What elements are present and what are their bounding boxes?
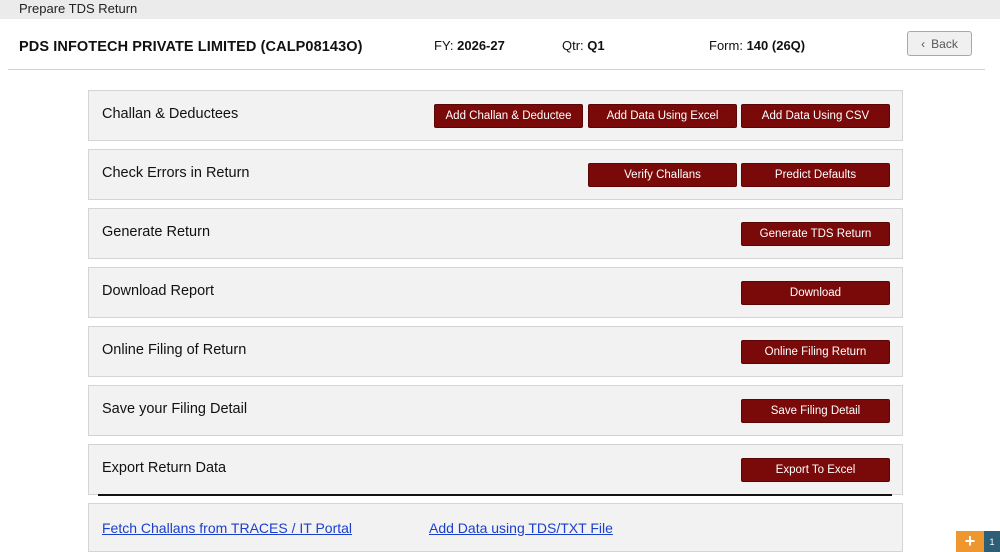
- export-to-excel-button[interactable]: Export To Excel: [741, 458, 890, 482]
- back-button[interactable]: ‹ Back: [907, 31, 972, 56]
- section-online-filing: Online Filing of Return Online Filing Re…: [88, 326, 903, 377]
- section-label: Online Filing of Return: [102, 342, 247, 358]
- floating-add-button[interactable]: +: [956, 531, 984, 552]
- form-info: Form: 140 (26Q): [709, 38, 805, 53]
- section-label: Generate Return: [102, 224, 211, 240]
- links-panel: Fetch Challans from TRACES / IT Portal A…: [88, 503, 903, 552]
- plus-icon: +: [964, 531, 976, 551]
- qtr-label: Qtr:: [562, 38, 584, 53]
- verify-challans-button[interactable]: Verify Challans: [588, 163, 737, 187]
- section-label: Challan & Deductees: [102, 106, 239, 122]
- qtr-value: Q1: [587, 38, 605, 53]
- section-export-return-data: Export Return Data Export To Excel: [88, 444, 903, 495]
- section-label: Save your Filing Detail: [102, 401, 248, 417]
- generate-tds-return-button[interactable]: Generate TDS Return: [741, 222, 890, 246]
- return-header: PDS INFOTECH PRIVATE LIMITED (CALP08143O…: [8, 19, 985, 70]
- form-value: 140 (26Q): [746, 38, 806, 53]
- predict-defaults-button[interactable]: Predict Defaults: [741, 163, 890, 187]
- qtr-info: Qtr: Q1: [562, 38, 605, 53]
- online-filing-return-button[interactable]: Online Filing Return: [741, 340, 890, 364]
- add-tds-txt-link[interactable]: Add Data using TDS/TXT File: [429, 520, 613, 536]
- form-label: Form:: [709, 38, 743, 53]
- section-label: Check Errors in Return: [102, 165, 250, 181]
- section-check-errors: Check Errors in Return Verify Challans P…: [88, 149, 903, 200]
- add-data-excel-button[interactable]: Add Data Using Excel: [588, 104, 737, 128]
- section-download-report: Download Report Download: [88, 267, 903, 318]
- fy-info: FY: 2026-27: [434, 38, 505, 53]
- window-title: Prepare TDS Return: [19, 1, 138, 16]
- section-save-filing-detail: Save your Filing Detail Save Filing Deta…: [88, 385, 903, 436]
- company-name: PDS INFOTECH PRIVATE LIMITED (CALP08143O…: [19, 39, 363, 55]
- add-challan-deductee-button[interactable]: Add Challan & Deductee: [434, 104, 583, 128]
- section-label: Download Report: [102, 283, 215, 299]
- add-data-csv-button[interactable]: Add Data Using CSV: [741, 104, 890, 128]
- floating-side-tab[interactable]: 1: [984, 531, 1000, 552]
- back-button-label: Back: [931, 36, 958, 51]
- fy-value: 2026-27: [457, 38, 505, 53]
- section-challan-deductees: Challan & Deductees Add Challan & Deduct…: [88, 90, 903, 141]
- section-divider: [98, 494, 892, 496]
- fetch-challans-link[interactable]: Fetch Challans from TRACES / IT Portal: [102, 520, 352, 536]
- chevron-left-icon: ‹: [921, 36, 926, 51]
- download-button[interactable]: Download: [741, 281, 890, 305]
- section-label: Export Return Data: [102, 460, 227, 476]
- window-titlebar: Prepare TDS Return: [0, 0, 1000, 19]
- fy-label: FY:: [434, 38, 454, 53]
- save-filing-detail-button[interactable]: Save Filing Detail: [741, 399, 890, 423]
- section-generate-return: Generate Return Generate TDS Return: [88, 208, 903, 259]
